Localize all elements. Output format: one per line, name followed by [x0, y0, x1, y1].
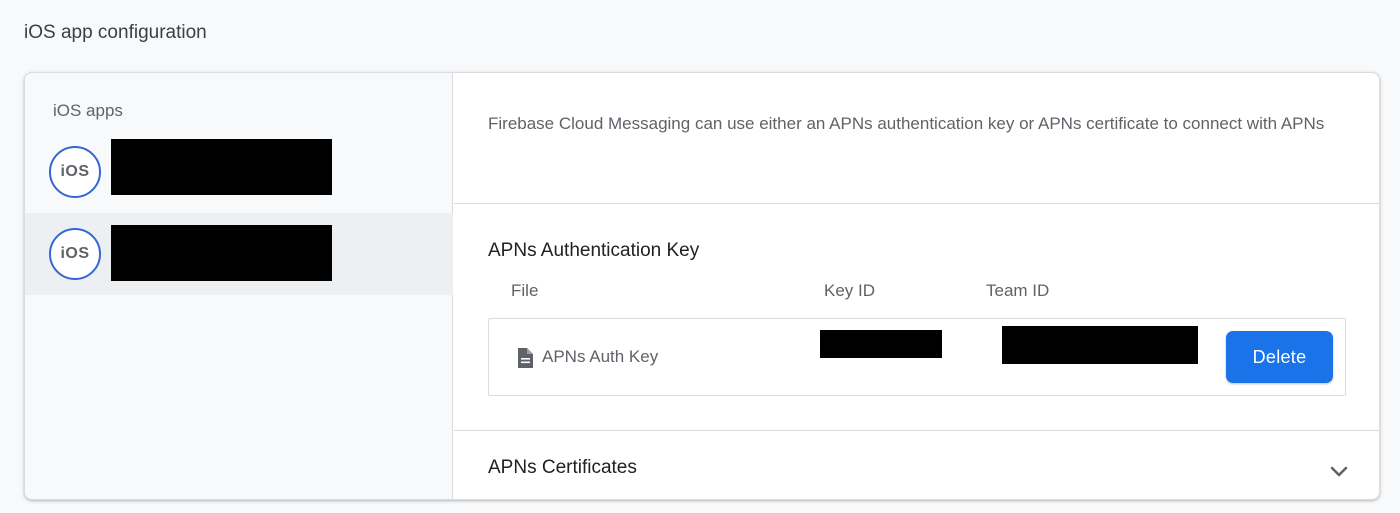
sidebar-app-item-2[interactable]: iOS	[25, 213, 453, 295]
column-header-file: File	[511, 281, 539, 300]
column-header-key-id: Key ID	[824, 281, 876, 300]
column-header-team-id: Team ID	[986, 281, 1050, 300]
intro-text: Firebase Cloud Messaging can use either …	[488, 114, 1325, 133]
divider	[454, 203, 1379, 204]
redacted-app-name	[111, 225, 332, 281]
auth-key-file-name: APNs Auth Key	[542, 347, 659, 366]
apns-certificates-section[interactable]: APNs Certificates	[454, 430, 1379, 499]
sidebar-heading: iOS apps	[53, 101, 123, 120]
delete-button[interactable]: Delete	[1226, 331, 1333, 383]
redacted-team-id	[1002, 326, 1198, 364]
ios-apps-sidebar: iOS apps iOS iOS	[25, 73, 453, 499]
redacted-key-id	[820, 330, 942, 358]
ios-config-card: iOS apps iOS iOS Firebase Cloud Messagin…	[24, 72, 1380, 500]
file-icon	[518, 348, 533, 368]
ios-app-icon: iOS	[49, 146, 101, 198]
main-panel: Firebase Cloud Messaging can use either …	[454, 73, 1379, 499]
auth-key-heading: APNs Authentication Key	[488, 240, 700, 261]
ios-app-icon: iOS	[49, 228, 101, 280]
auth-key-row: APNs Auth Key Delete	[488, 318, 1346, 396]
section-title: iOS app configuration	[24, 22, 207, 43]
chevron-down-icon[interactable]	[1328, 461, 1350, 483]
sidebar-app-item-1[interactable]: iOS	[25, 131, 453, 213]
redacted-app-name	[111, 139, 332, 195]
apns-certificates-title: APNs Certificates	[488, 457, 637, 478]
